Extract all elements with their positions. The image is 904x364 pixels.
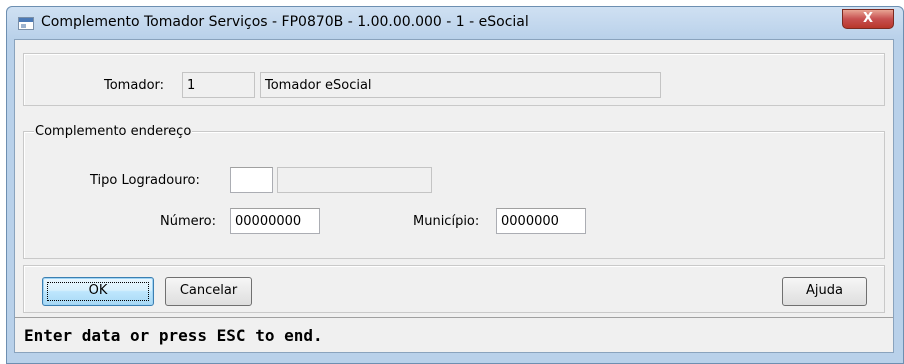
help-button[interactable]: Ajuda bbox=[782, 277, 867, 306]
cancel-button[interactable]: Cancelar bbox=[165, 277, 252, 306]
tomador-name-field: Tomador eSocial bbox=[260, 72, 661, 98]
focus-rectangle bbox=[47, 282, 149, 301]
tipo-logradouro-code-input[interactable] bbox=[230, 167, 273, 193]
help-button-label: Ajuda bbox=[806, 283, 843, 298]
title-bar[interactable]: Complemento Tomador Serviços - FP0870B -… bbox=[7, 7, 903, 39]
tipo-logradouro-desc-field bbox=[277, 167, 432, 193]
dialog-window: Complemento Tomador Serviços - FP0870B -… bbox=[6, 6, 904, 364]
complemento-endereco-legend: Complemento endereço bbox=[34, 124, 193, 140]
complemento-endereco-group bbox=[23, 131, 885, 259]
status-text: Enter data or press ESC to end. bbox=[24, 326, 323, 345]
app-icon bbox=[18, 17, 34, 30]
tomador-code-field: 1 bbox=[182, 72, 255, 98]
ok-button[interactable]: OK bbox=[42, 277, 154, 306]
municipio-input[interactable]: 0000000 bbox=[496, 208, 586, 234]
status-bar: Enter data or press ESC to end. bbox=[15, 317, 893, 352]
tipo-logradouro-label: Tipo Logradouro: bbox=[90, 173, 200, 188]
dialog-client-area: Tomador: 1 Tomador eSocial Complemento e… bbox=[14, 39, 894, 353]
numero-input[interactable]: 00000000 bbox=[230, 208, 320, 234]
numero-label: Número: bbox=[160, 214, 217, 229]
municipio-label: Município: bbox=[413, 214, 480, 229]
close-icon[interactable]: X bbox=[842, 9, 894, 29]
tomador-label: Tomador: bbox=[104, 78, 165, 93]
cancel-button-label: Cancelar bbox=[179, 283, 238, 298]
window-title: Complemento Tomador Serviços - FP0870B -… bbox=[41, 14, 529, 30]
